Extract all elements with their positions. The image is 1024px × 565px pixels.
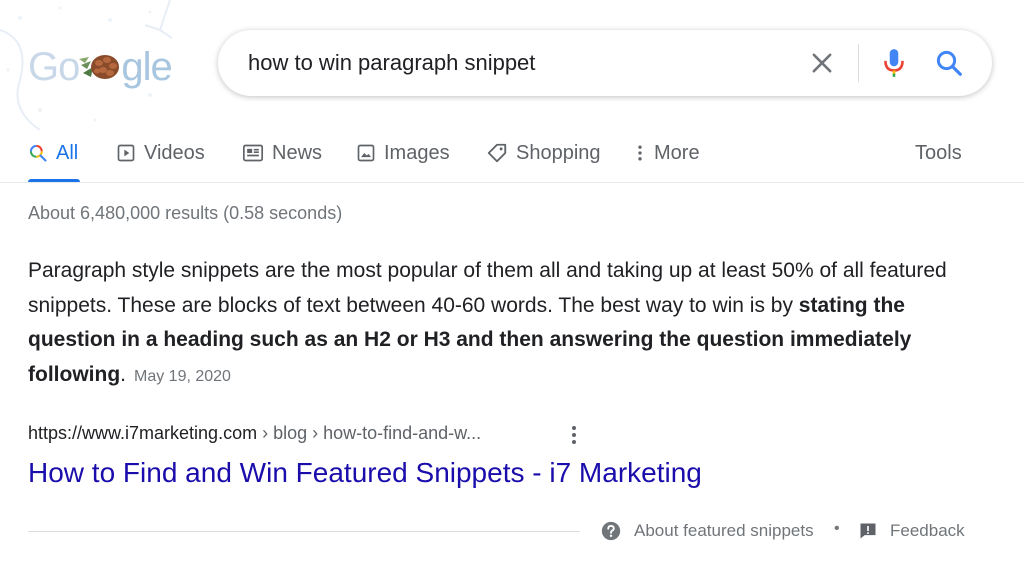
microphone-icon[interactable] [880, 47, 908, 79]
tab-label: Shopping [516, 141, 601, 164]
logo-letters-left: Go [28, 44, 80, 89]
feedback-link[interactable]: Feedback [858, 518, 965, 544]
tools-label: Tools [915, 141, 962, 164]
kebab-icon [638, 145, 642, 161]
result-url: https://www.i7marketing.com › blog › how… [28, 423, 481, 444]
tab-images[interactable]: Images [356, 138, 450, 168]
tab-more[interactable]: More [634, 138, 700, 168]
search-bar-divider [858, 44, 859, 82]
tab-shopping[interactable]: Shopping [486, 138, 601, 168]
about-featured-snippets-link[interactable]: About featured snippets [600, 518, 814, 544]
tab-label: More [654, 141, 700, 164]
tab-label: All [56, 141, 79, 164]
tab-news[interactable]: News [242, 138, 322, 168]
close-icon[interactable] [808, 49, 836, 77]
feedback-icon [860, 523, 876, 539]
snippet-end-text: . [120, 362, 126, 386]
tab-videos[interactable]: Videos [116, 138, 205, 168]
result-title-link[interactable]: How to Find and Win Featured Snippets - … [28, 457, 702, 489]
result-options-kebab-icon[interactable] [566, 424, 582, 446]
about-featured-snippets-label: About featured snippets [634, 521, 814, 540]
result-url-domain: https://www.i7marketing.com [28, 423, 258, 443]
tab-label: News [272, 141, 323, 164]
search-bar [218, 30, 992, 96]
featured-snippet-text: Paragraph style snippets are the most po… [28, 254, 988, 394]
search-icon [29, 144, 47, 162]
tab-label: Images [384, 141, 450, 164]
snippet-date: May 19, 2020 [134, 367, 231, 385]
help-icon [601, 521, 621, 541]
tools-button[interactable]: Tools [915, 138, 962, 168]
result-url-breadcrumbs: › blog › how-to-find-and-w... [257, 423, 482, 443]
search-input[interactable] [248, 30, 788, 96]
result-stats: About 6,480,000 results (0.58 seconds) [28, 203, 343, 223]
tabs-divider [0, 182, 1024, 183]
play-icon [117, 144, 135, 162]
google-doodle-logo[interactable]: Go gle [28, 42, 173, 92]
search-icon[interactable] [934, 48, 964, 78]
tag-icon [487, 143, 507, 163]
tab-all[interactable]: All [28, 138, 78, 168]
tab-label: Videos [144, 141, 205, 164]
logo-letters-right: gle [121, 44, 172, 89]
image-icon [357, 144, 375, 162]
newspaper-icon [243, 144, 263, 162]
search-tabs: All Videos News Images Shopping More Too… [28, 130, 998, 183]
feedback-label: Feedback [890, 521, 965, 540]
footer-divider [28, 531, 580, 532]
footer-separator: • [834, 520, 840, 537]
pinecone-icon [79, 55, 120, 79]
